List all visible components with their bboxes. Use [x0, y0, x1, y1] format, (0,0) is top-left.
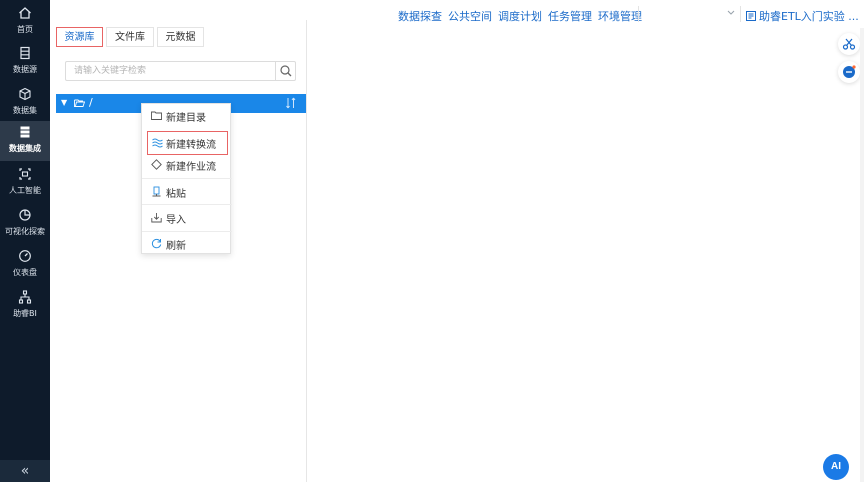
project-selector[interactable]: 助睿ETL入门实验 ... [746, 8, 859, 24]
folder-open-icon [74, 99, 85, 107]
tab-resource-library[interactable]: 资源库 [56, 27, 103, 47]
menu-item-label: 新建转换流 [166, 140, 216, 151]
sidebar-item-label: 数据源 [13, 65, 37, 74]
ai-chip-icon [19, 168, 31, 180]
menu-divider [142, 204, 232, 205]
sidebar-item-dashboard[interactable]: 仪表盘 [0, 245, 50, 285]
sidebar-item-bi[interactable]: 助睿BI [0, 286, 50, 326]
sidebar-item-label: 仪表盘 [13, 268, 37, 277]
divider [740, 6, 741, 22]
top-nav-task-management[interactable]: 任务管理 [548, 10, 592, 23]
caret-down-icon[interactable]: ▼ [61, 98, 67, 107]
server-stack-icon [20, 126, 30, 138]
top-bar: 数据探查 公共空间 调度计划 任务管理 环境管理 助睿ETL入门实验 ... [50, 0, 864, 28]
sidebar-item-label: 助睿BI [13, 309, 37, 318]
cube-icon [19, 87, 31, 101]
search-icon [280, 65, 292, 77]
menu-item-import[interactable]: 导入 [142, 206, 232, 230]
folder-icon [151, 111, 162, 120]
search-input[interactable] [66, 62, 271, 80]
sidebar-item-visual-explore[interactable]: 可视化探索 [0, 204, 50, 244]
job-flow-icon [151, 159, 162, 170]
panel-divider [306, 20, 307, 482]
org-chart-icon [18, 290, 32, 304]
chevron-down-icon[interactable] [726, 6, 736, 20]
divider [638, 6, 639, 22]
project-icon [746, 11, 756, 21]
menu-divider [142, 178, 232, 179]
ai-button[interactable]: AI [823, 454, 849, 480]
pie-chart-icon [19, 209, 31, 221]
chat-bot-icon [843, 65, 856, 78]
tab-file-library[interactable]: 文件库 [106, 27, 154, 47]
gauge-icon [19, 250, 31, 262]
top-nav-public-space[interactable]: 公共空间 [448, 10, 492, 23]
search-box [65, 61, 296, 81]
sidebar-item-home[interactable]: 首页 [0, 2, 50, 42]
project-name: 助睿ETL入门实验 ... [759, 10, 859, 23]
tab-metadata[interactable]: 元数据 [157, 27, 204, 47]
sidebar-item-label: 数据集成 [9, 144, 41, 153]
import-icon [151, 213, 162, 223]
filter-icon[interactable] [286, 97, 296, 109]
sidebar-item-ai[interactable]: 人工智能 [0, 163, 50, 203]
menu-item-label: 刷新 [166, 241, 186, 252]
refresh-icon [151, 238, 162, 249]
menu-item-label: 新建作业流 [166, 162, 216, 173]
sidebar-item-datasource[interactable]: 数据源 [0, 42, 50, 82]
sidebar-collapse-button[interactable]: « [0, 460, 50, 482]
menu-item-label: 新建目录 [166, 113, 206, 124]
menu-item-new-job-flow[interactable]: 新建作业流 [142, 153, 232, 177]
sidebar: 首页 数据源 数据集 数据集成 人工智能 可视化探索 仪表盘 助睿BI « [0, 0, 50, 482]
assistant-button[interactable] [838, 61, 860, 83]
sidebar-item-label: 可视化探索 [5, 227, 45, 236]
top-nav-environment-management[interactable]: 环境管理 [598, 10, 642, 23]
menu-item-label: 粘贴 [166, 189, 186, 200]
menu-item-label: 导入 [166, 215, 186, 226]
sidebar-item-data-integration[interactable]: 数据集成 [0, 121, 50, 161]
context-menu: 新建目录 新建转换流 新建作业流 粘贴 导入 刷新 [141, 103, 232, 256]
home-icon [19, 7, 31, 19]
transform-flow-icon [152, 138, 163, 148]
sidebar-item-label: 首页 [17, 25, 33, 34]
menu-item-refresh[interactable]: 刷新 [142, 232, 232, 256]
paste-icon [152, 186, 161, 197]
top-nav: 数据探查 公共空间 调度计划 任务管理 环境管理 [398, 8, 648, 24]
menu-item-paste[interactable]: 粘贴 [142, 180, 232, 204]
search-button[interactable] [275, 62, 295, 80]
menu-item-new-transform-flow[interactable]: 新建转换流 [147, 131, 228, 155]
menu-item-new-folder[interactable]: 新建目录 [142, 104, 232, 128]
sidebar-item-label: 数据集 [13, 106, 37, 115]
scissors-icon [842, 38, 856, 50]
scrollbar[interactable] [860, 28, 864, 482]
scissors-button[interactable] [838, 33, 860, 55]
sidebar-item-label: 人工智能 [9, 186, 41, 195]
top-nav-schedule-plan[interactable]: 调度计划 [498, 10, 542, 23]
top-nav-data-explore[interactable]: 数据探查 [398, 10, 442, 23]
database-icon [20, 46, 30, 60]
sidebar-item-dataset[interactable]: 数据集 [0, 83, 50, 123]
tree-node-label: / [89, 96, 93, 109]
